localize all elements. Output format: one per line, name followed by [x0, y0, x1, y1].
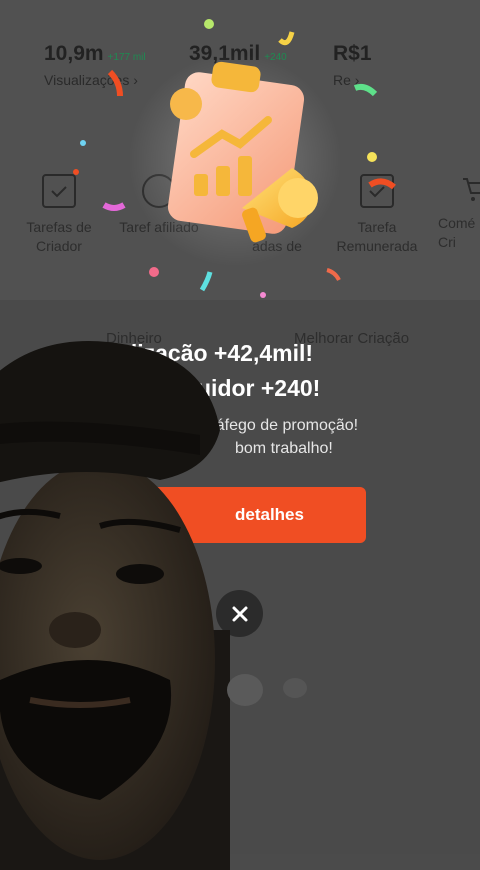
clipboard-megaphone-icon [167, 61, 318, 243]
view-details-label: detalhes [235, 505, 304, 524]
camera-overlay-person [0, 341, 230, 870]
blurred-background-object [227, 674, 307, 706]
close-icon [232, 606, 247, 621]
